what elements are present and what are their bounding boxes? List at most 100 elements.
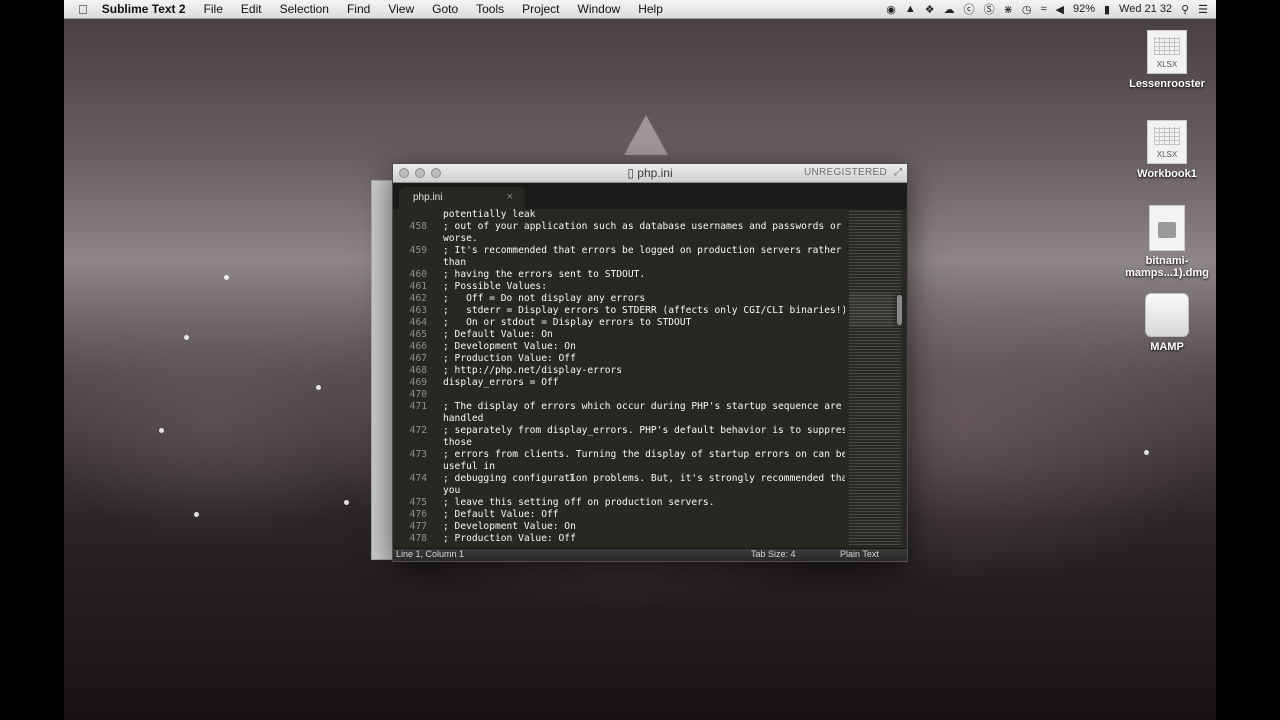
line-text[interactable]: display_errors = Off — [443, 377, 559, 389]
line-text[interactable]: ; Default Value: Off — [443, 509, 559, 521]
scrollbar-thumb[interactable] — [897, 295, 902, 325]
code-line[interactable]: those — [393, 437, 845, 449]
code-line[interactable]: handled — [393, 413, 845, 425]
syntax-mode[interactable]: Plain Text — [840, 549, 879, 559]
line-text[interactable]: ; stderr = Display errors to STDERR (aff… — [443, 305, 845, 317]
line-text[interactable]: ; It's recommended that errors be logged… — [443, 245, 842, 257]
line-number: 468 — [409, 365, 427, 376]
code-line[interactable]: 474 ; debugging configuration problems. B… — [393, 473, 845, 485]
line-text[interactable]: ; separately from display_errors. PHP's … — [443, 425, 845, 437]
menu-project[interactable]: Project — [522, 2, 559, 16]
tab-size[interactable]: Tab Size: 4 — [751, 549, 796, 559]
code-line[interactable]: 472 ; separately from display_errors. PHP… — [393, 425, 845, 437]
line-text[interactable]: handled — [443, 413, 483, 425]
bluetooth-icon[interactable]: ⋇ — [1004, 3, 1013, 16]
code-line[interactable]: 475 ; leave this setting off on productio… — [393, 497, 845, 509]
drive-icon[interactable]: ▲ — [905, 3, 916, 15]
line-text[interactable]: ; Default Value: On — [443, 329, 553, 341]
code-line[interactable]: 470 — [393, 389, 845, 401]
code-line[interactable]: 464 ; On or stdout = Display errors to ST… — [393, 317, 845, 329]
code-line[interactable]: 463 ; stderr = Display errors to STDERR (… — [393, 305, 845, 317]
menu-selection[interactable]: Selection — [280, 2, 329, 16]
dropbox-icon[interactable]: ❖ — [925, 3, 935, 16]
menu-goto[interactable]: Goto — [432, 2, 458, 16]
code-view[interactable]: potentially leak 458 ; out of your applica… — [393, 209, 845, 549]
s-icon[interactable]: Ⓢ — [984, 1, 995, 17]
line-number: 476 — [409, 509, 427, 520]
line-text[interactable]: ; errors from clients. Turning the displ… — [443, 449, 845, 461]
code-line[interactable]: 476 ; Default Value: Off — [393, 509, 845, 521]
minimap-viewport[interactable] — [849, 293, 893, 327]
line-text[interactable]: ; The display of errors which occur duri… — [443, 401, 842, 413]
code-line[interactable]: potentially leak — [393, 209, 845, 221]
line-text[interactable]: ; out of your application such as databa… — [443, 221, 842, 233]
code-line[interactable]: 461 ; Possible Values: — [393, 281, 845, 293]
code-line[interactable]: 468 ; http://php.net/display-errors — [393, 365, 845, 377]
menu-help[interactable]: Help — [638, 2, 663, 16]
line-text[interactable]: ; Possible Values: — [443, 281, 547, 293]
desktop-icon-bitnami-dmg[interactable]: bitnami- mamps...1).dmg — [1117, 205, 1216, 279]
tab-close-icon[interactable]: × — [507, 191, 513, 203]
line-text[interactable]: those — [443, 437, 472, 449]
volume-icon[interactable]: ◀ — [1055, 3, 1063, 16]
line-text[interactable]: ; Production Value: Off — [443, 533, 576, 545]
code-line[interactable]: worse. — [393, 233, 845, 245]
menu-view[interactable]: View — [388, 2, 414, 16]
code-line[interactable]: 459 ; It's recommended that errors be log… — [393, 245, 845, 257]
code-line[interactable]: 458 ; out of your application such as dat… — [393, 221, 845, 233]
desktop-icon-mamp[interactable]: MAMP — [1117, 293, 1216, 353]
code-line[interactable]: 460 ; having the errors sent to STDOUT. — [393, 269, 845, 281]
record-icon[interactable]: ◉ — [886, 3, 896, 16]
menu-tools[interactable]: Tools — [476, 2, 504, 16]
code-line[interactable]: 473 ; errors from clients. Turning the di… — [393, 449, 845, 461]
menu-edit[interactable]: Edit — [241, 2, 262, 16]
title-bar[interactable]: ▯ php.ini UNREGISTERED ⤢ — [393, 164, 907, 183]
line-text[interactable]: potentially leak — [443, 209, 535, 221]
editor-area[interactable]: potentially leak 458 ; out of your applica… — [393, 209, 907, 549]
desktop-icon-workbook1[interactable]: XLSX Workbook1 — [1117, 120, 1216, 180]
menu-find[interactable]: Find — [347, 2, 370, 16]
desktop-icon-lessenrooster[interactable]: XLSX Lessenrooster — [1117, 30, 1216, 90]
line-text[interactable]: ; having the errors sent to STDOUT. — [443, 269, 645, 281]
tab-php-ini[interactable]: php.ini × — [399, 187, 525, 209]
code-line[interactable]: you — [393, 485, 845, 497]
code-line[interactable]: 469 display_errors = Off — [393, 377, 845, 389]
code-line[interactable]: 465 ; Default Value: On — [393, 329, 845, 341]
line-text[interactable]: ; debugging configuration problems. But,… — [443, 473, 845, 485]
skype-icon[interactable]: ⓒ — [964, 1, 975, 17]
code-line[interactable]: 467 ; Production Value: Off — [393, 353, 845, 365]
cloud-icon[interactable]: ☁ — [944, 3, 955, 16]
line-text[interactable]: than — [443, 257, 466, 269]
line-text[interactable]: ; leave this setting off on production s… — [443, 497, 714, 509]
line-text[interactable]: ; http://php.net/display-errors — [443, 365, 622, 377]
background-window[interactable] — [371, 180, 393, 560]
fullscreen-icon[interactable]: ⤢ — [894, 167, 902, 178]
line-text[interactable]: you — [443, 485, 460, 497]
code-line[interactable]: 477 ; Development Value: On — [393, 521, 845, 533]
time-machine-icon[interactable]: ◷ — [1022, 3, 1032, 16]
battery-percent[interactable]: 92% — [1073, 3, 1095, 15]
line-text[interactable]: ; Development Value: On — [443, 341, 576, 353]
clock[interactable]: Wed 21 32 — [1119, 3, 1172, 15]
wifi-icon[interactable]: ≈ — [1040, 3, 1046, 15]
code-line[interactable]: than — [393, 257, 845, 269]
code-line[interactable]: useful in — [393, 461, 845, 473]
minimap[interactable] — [849, 211, 901, 547]
line-text[interactable]: ; Production Value: Off — [443, 353, 576, 365]
code-line[interactable]: 478 ; Production Value: Off — [393, 533, 845, 545]
apple-icon[interactable]:  — [78, 2, 88, 17]
line-text[interactable]: worse. — [443, 233, 478, 245]
menu-app-name[interactable]: Sublime Text 2 — [102, 2, 186, 16]
search-icon[interactable]: ⚲ — [1181, 3, 1189, 16]
line-text[interactable]: useful in — [443, 461, 495, 473]
code-line[interactable]: 471 ; The display of errors which occur d… — [393, 401, 845, 413]
line-text[interactable]: ; Development Value: On — [443, 521, 576, 533]
line-text[interactable]: ; On or stdout = Display errors to STDOU… — [443, 317, 691, 329]
line-text[interactable]: ; Off = Do not display any errors — [443, 293, 645, 305]
code-line[interactable]: 462 ; Off = Do not display any errors — [393, 293, 845, 305]
menu-window[interactable]: Window — [578, 2, 621, 16]
battery-icon[interactable]: ▮ — [1104, 3, 1110, 16]
menu-file[interactable]: File — [204, 2, 223, 16]
list-icon[interactable]: ☰ — [1198, 3, 1208, 16]
code-line[interactable]: 466 ; Development Value: On — [393, 341, 845, 353]
